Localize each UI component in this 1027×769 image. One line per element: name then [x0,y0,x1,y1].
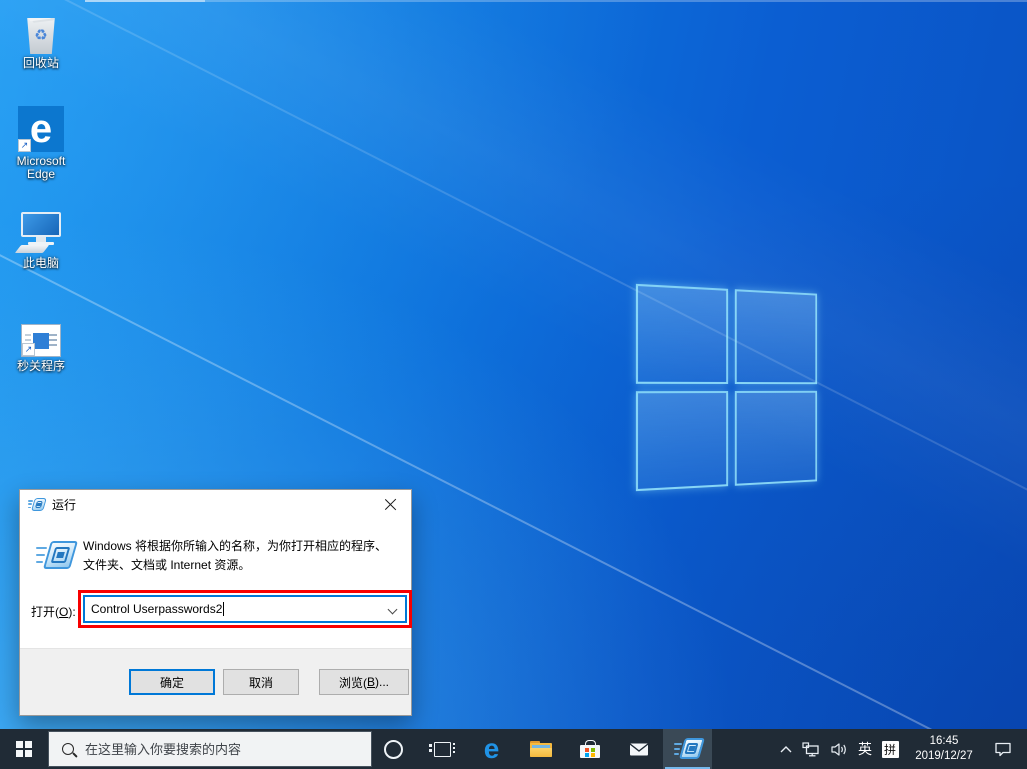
run-dialog: 运行 Windows 将根据你所输入的名称，为你打开相应的程序、 文件夹、文档或… [19,489,412,716]
network-tray-button[interactable] [797,729,825,769]
store-icon [579,740,600,758]
cancel-button[interactable]: 取消 [223,669,299,695]
windows-logo-pane [734,289,818,385]
close-button[interactable] [369,490,411,518]
ime-language-indicator[interactable]: 英 [853,729,877,769]
cortana-icon [384,739,403,759]
edge-icon: e ↗ [18,106,64,152]
windows-logo-pane [635,283,728,384]
desktop-icon-label: Microsoft Edge [16,154,66,181]
ime-language-label: 英 [858,741,872,757]
this-pc-icon [14,212,64,254]
app-window-icon: ↗ [21,324,61,357]
show-hidden-icons-button[interactable] [775,729,797,769]
desktop: 回收站 e ↗ Microsoft Edge 此电脑 ↗ 秒关程序 [0,0,1027,769]
run-dialog-titlebar[interactable]: 运行 [20,490,411,518]
run-app-taskbar-button[interactable] [663,729,712,769]
open-label: 打开(O): [31,605,76,619]
task-view-button[interactable] [418,729,467,769]
run-dialog-description: Windows 将根据你所输入的名称，为你打开相应的程序、 文件夹、文档或 In… [83,537,398,575]
store-button[interactable] [565,729,614,769]
edge-taskbar-button[interactable]: e [467,729,516,769]
taskbar-clock[interactable]: 16:45 2019/12/27 [911,734,977,764]
search-icon [62,743,74,755]
run-command-value: Control Userpasswords2 [91,602,223,616]
clock-time: 16:45 [929,735,959,747]
recycle-bin-icon [27,18,55,54]
run-command-input[interactable]: Control Userpasswords2 [83,595,407,623]
volume-tray-button[interactable] [825,729,853,769]
mail-button[interactable] [614,729,663,769]
red-annotation-frame: Control Userpasswords2 [78,590,412,628]
search-input[interactable] [85,741,371,757]
ime-mode-label: 拼 [881,740,899,758]
taskbar-app-icons: e [369,729,712,769]
desktop-icon-label: 此电脑 [22,256,59,270]
desktop-icon-recycle-bin[interactable]: 回收站 [6,6,76,70]
network-icon [802,741,819,756]
edge-icon: e [483,733,500,764]
desktop-icon-shortcut-app[interactable]: ↗ 秒关程序 [6,309,76,373]
taskbar-search-box[interactable] [48,731,372,767]
dialog-title: 运行 [52,497,77,512]
action-center-button[interactable] [985,729,1021,769]
run-icon [673,738,705,761]
browse-button[interactable]: 浏览(B)... [319,669,409,695]
file-explorer-button[interactable] [516,729,565,769]
volume-icon [830,742,846,756]
taskbar: e [0,729,1027,769]
description-line: 文件夹、文档或 Internet 资源。 [83,558,251,572]
run-dialog-footer: 确定 取消 浏览(B)... [20,648,411,715]
start-button[interactable] [0,729,48,769]
mail-icon [629,742,648,755]
text-caret [223,602,225,616]
chevron-up-icon [780,745,792,752]
description-line: Windows 将根据你所输入的名称，为你打开相应的程序、 [83,539,388,553]
top-edge-line [85,0,205,2]
windows-logo-wallpaper [635,283,818,492]
windows-logo-pane [734,390,818,486]
desktop-icon-microsoft-edge[interactable]: e ↗ Microsoft Edge [6,104,76,181]
task-view-icon [429,741,455,757]
clock-date: 2019/12/27 [915,750,973,762]
close-icon [384,498,397,511]
shortcut-arrow-icon: ↗ [18,139,31,152]
top-edge-line [205,0,1027,2]
run-icon [28,497,47,511]
file-explorer-icon [529,741,552,757]
edge-letter: e [29,107,53,151]
desktop-icon-this-pc[interactable]: 此电脑 [6,206,76,270]
cortana-button[interactable] [369,729,418,769]
combo-chevron-icon[interactable] [387,604,398,615]
shortcut-arrow-icon: ↗ [22,343,35,356]
ime-mode-indicator[interactable]: 拼 [877,729,903,769]
desktop-icon-label: 回收站 [22,56,59,70]
run-icon [36,540,78,571]
desktop-icon-label: 秒关程序 [16,359,65,373]
action-center-icon [995,742,1011,757]
system-tray: 英 拼 16:45 2019/12/27 [775,729,1027,769]
start-icon [15,740,33,758]
ok-button[interactable]: 确定 [129,669,215,695]
windows-logo-pane [635,391,728,492]
